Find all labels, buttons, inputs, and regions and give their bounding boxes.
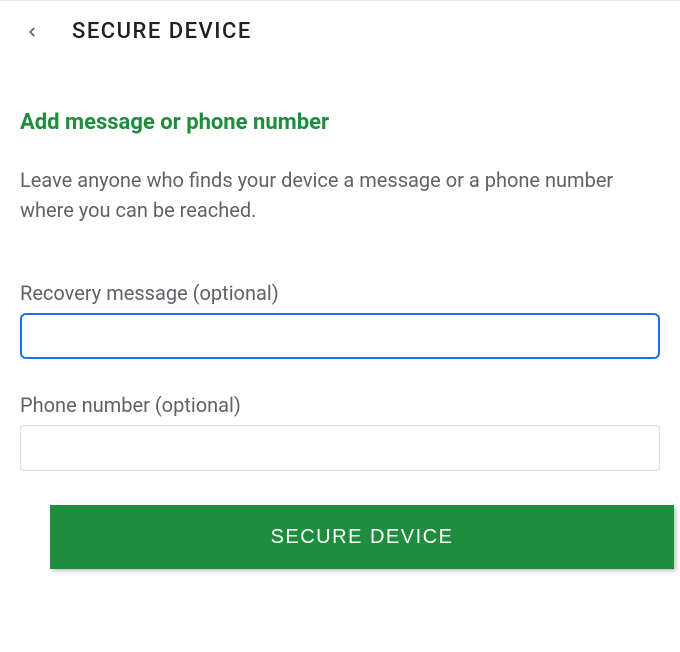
button-container: SECURE DEVICE [0,505,680,569]
phone-number-label: Phone number (optional) [20,393,660,417]
recovery-message-field-group: Recovery message (optional) [20,281,660,359]
page-title: SECURE DEVICE [72,19,252,44]
recovery-message-label: Recovery message (optional) [20,281,660,305]
header: SECURE DEVICE [0,1,680,60]
secure-device-button[interactable]: SECURE DEVICE [50,505,674,569]
recovery-message-input[interactable] [20,313,660,359]
phone-number-field-group: Phone number (optional) [20,393,660,471]
back-icon[interactable] [20,20,44,44]
section-description: Leave anyone who finds your device a mes… [20,165,660,225]
phone-number-input[interactable] [20,425,660,471]
section-title: Add message or phone number [20,110,660,135]
content-area: Add message or phone number Leave anyone… [0,60,680,471]
